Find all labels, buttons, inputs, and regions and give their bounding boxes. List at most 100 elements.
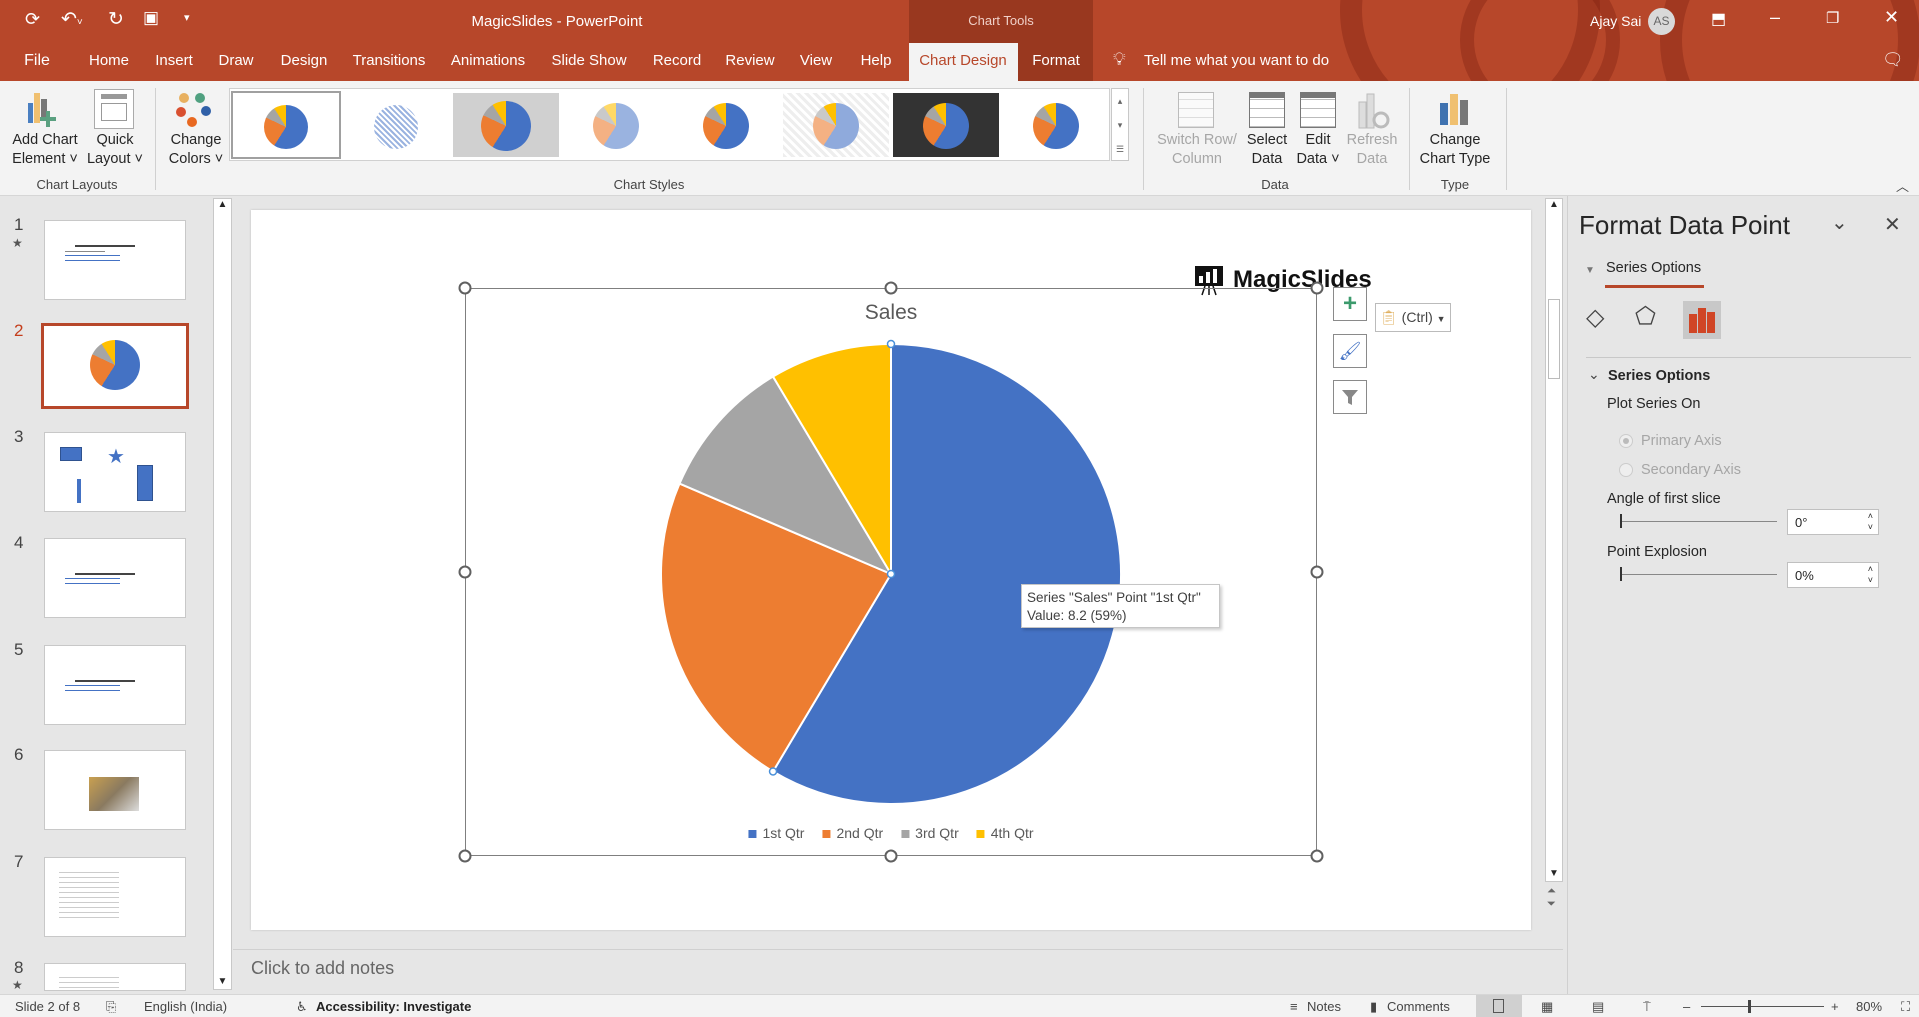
paste-options-button[interactable]: 📋︎ (Ctrl) ▼ xyxy=(1375,303,1451,332)
change-colors-label[interactable]: Change Colors ˅ xyxy=(169,131,223,169)
chart-style-4[interactable] xyxy=(563,93,669,157)
slide-thumbnail-6[interactable] xyxy=(44,750,186,830)
normal-view-button[interactable] xyxy=(1476,995,1522,1017)
select-data-icon[interactable] xyxy=(1249,92,1285,128)
slide-thumbnail-4[interactable] xyxy=(44,538,186,618)
tab-insert[interactable]: Insert xyxy=(155,52,193,69)
chart-style-1[interactable] xyxy=(231,91,341,159)
explosion-slider[interactable] xyxy=(1620,574,1777,575)
close-icon[interactable]: ✕ xyxy=(1884,7,1899,28)
resize-handle[interactable] xyxy=(1310,565,1324,579)
chart-style-8[interactable] xyxy=(1003,93,1109,157)
resize-handle[interactable] xyxy=(458,565,472,579)
quick-layout-label[interactable]: Quick Layout ˅ xyxy=(87,131,143,169)
fill-line-icon[interactable]: ◇ xyxy=(1586,303,1604,332)
tab-animations[interactable]: Animations xyxy=(451,52,525,69)
gallery-scroll[interactable]: ▴ ▾ ☰ xyxy=(1111,88,1129,161)
angle-slider-thumb[interactable] xyxy=(1620,514,1622,528)
thumbnail-scrollbar[interactable]: ▲ ▼ xyxy=(213,198,232,990)
chart-elements-button[interactable]: + xyxy=(1333,287,1367,321)
resize-handle[interactable] xyxy=(458,849,472,863)
prev-next-slide-buttons[interactable]: ⏶ ⏷ xyxy=(1547,885,1556,911)
undo-icon[interactable]: ↶˅ xyxy=(61,8,83,31)
zoom-level[interactable]: 80% xyxy=(1856,999,1882,1014)
zoom-in-button[interactable]: + xyxy=(1831,999,1839,1014)
zoom-out-button[interactable]: – xyxy=(1683,999,1690,1014)
slide-thumbnail-7[interactable] xyxy=(44,857,186,937)
chart-legend[interactable]: 1st Qtr 2nd Qtr 3rd Qtr 4th Qtr xyxy=(748,825,1034,841)
change-colors-icon[interactable] xyxy=(176,89,216,129)
edit-data-icon[interactable] xyxy=(1300,92,1336,128)
resize-handle[interactable] xyxy=(884,281,898,295)
chart-area[interactable] xyxy=(465,288,1317,856)
spelling-icon[interactable]: ⎘ xyxy=(106,999,116,1015)
section-header[interactable]: Series Options xyxy=(1608,368,1710,384)
customize-icon[interactable]: ▾ xyxy=(184,11,190,24)
slide-thumbnail-3[interactable]: ★ xyxy=(44,432,186,512)
accessibility-status[interactable]: Accessibility: Investigate xyxy=(316,999,471,1014)
reading-view-button[interactable]: ▤ xyxy=(1592,999,1604,1015)
resize-handle[interactable] xyxy=(1310,281,1324,295)
ribbon-display-options-icon[interactable]: ⬒ xyxy=(1711,9,1726,29)
slideshow-view-button[interactable]: ⍑ xyxy=(1643,999,1651,1015)
zoom-slider[interactable] xyxy=(1701,1006,1824,1007)
tab-file[interactable]: File xyxy=(24,52,50,70)
quick-layout-icon[interactable] xyxy=(94,89,134,129)
resize-handle[interactable] xyxy=(458,281,472,295)
slide-sorter-view-button[interactable]: ▦ xyxy=(1541,999,1553,1015)
slide-thumbnail-8[interactable] xyxy=(44,963,186,991)
resize-handle[interactable] xyxy=(884,849,898,863)
comments-icon[interactable]: 🗨︎ xyxy=(1882,50,1904,70)
select-data-button[interactable]: Select Data xyxy=(1247,131,1287,169)
chart-style-6[interactable] xyxy=(783,93,889,157)
tab-slide-show[interactable]: Slide Show xyxy=(551,52,626,69)
chart-style-5[interactable] xyxy=(673,93,779,157)
legend-item[interactable]: 1st Qtr xyxy=(748,825,804,841)
notes-placeholder[interactable]: Click to add notes xyxy=(251,958,394,979)
effects-pentagon-icon[interactable]: ⬠ xyxy=(1635,302,1656,331)
save-icon[interactable]: ⟳ xyxy=(25,9,40,30)
redo-icon[interactable]: ↻ xyxy=(108,8,124,31)
change-chart-type-button[interactable]: Change Chart Type xyxy=(1420,131,1491,169)
avatar[interactable]: AS xyxy=(1648,8,1675,35)
slide-scrollbar[interactable]: ▲ ▼ xyxy=(1545,198,1563,882)
chart-filters-button[interactable] xyxy=(1333,380,1367,414)
series-options-icon[interactable] xyxy=(1683,301,1721,339)
resize-handle[interactable] xyxy=(1310,849,1324,863)
tab-chart-design[interactable]: Chart Design xyxy=(919,52,1007,69)
tab-record[interactable]: Record xyxy=(653,52,701,69)
explosion-input[interactable]: 0% ˄ ˅ xyxy=(1787,562,1879,588)
zoom-slider-thumb[interactable] xyxy=(1747,1000,1751,1013)
slide-thumbnail-2[interactable] xyxy=(41,323,189,409)
tab-home[interactable]: Home xyxy=(89,52,129,69)
tab-draw[interactable]: Draw xyxy=(218,52,253,69)
restore-icon[interactable]: ❐ xyxy=(1826,9,1839,27)
tell-me-search[interactable]: Tell me what you want to do xyxy=(1144,52,1329,69)
comments-button[interactable]: Comments xyxy=(1387,999,1450,1014)
tab-view[interactable]: View xyxy=(800,52,832,69)
tab-help[interactable]: Help xyxy=(861,52,892,69)
section-chevron-icon[interactable]: ⌄ xyxy=(1588,366,1600,383)
language-indicator[interactable]: English (India) xyxy=(144,999,227,1014)
angle-slider[interactable] xyxy=(1620,521,1777,522)
legend-item[interactable]: 4th Qtr xyxy=(976,825,1034,841)
tab-review[interactable]: Review xyxy=(725,52,774,69)
tab-transitions[interactable]: Transitions xyxy=(353,52,426,69)
chart-styles-button[interactable]: 🖌︎ xyxy=(1333,334,1367,368)
pane-options-chevron-icon[interactable]: ⌄ xyxy=(1831,210,1848,235)
legend-item[interactable]: 2nd Qtr xyxy=(822,825,883,841)
change-chart-type-icon[interactable] xyxy=(1437,91,1473,127)
tab-design[interactable]: Design xyxy=(281,52,328,69)
angle-input[interactable]: 0° ˄ ˅ xyxy=(1787,509,1879,535)
collapse-ribbon-icon[interactable]: ︿ xyxy=(1896,176,1909,195)
user-name[interactable]: Ajay Sai xyxy=(1590,13,1641,29)
slide-thumbnail-5[interactable] xyxy=(44,645,186,725)
explosion-slider-thumb[interactable] xyxy=(1620,567,1622,581)
chart-title[interactable]: Sales xyxy=(865,301,918,325)
start-from-beginning-icon[interactable]: ▣ xyxy=(143,8,159,28)
tab-format[interactable]: Format xyxy=(1032,52,1080,69)
chart-style-2[interactable] xyxy=(343,93,449,157)
edit-data-button[interactable]: Edit Data ˅ xyxy=(1296,131,1339,169)
fit-to-window-button[interactable]: ⛶ xyxy=(1901,999,1910,1015)
notes-button[interactable]: Notes xyxy=(1307,999,1341,1014)
